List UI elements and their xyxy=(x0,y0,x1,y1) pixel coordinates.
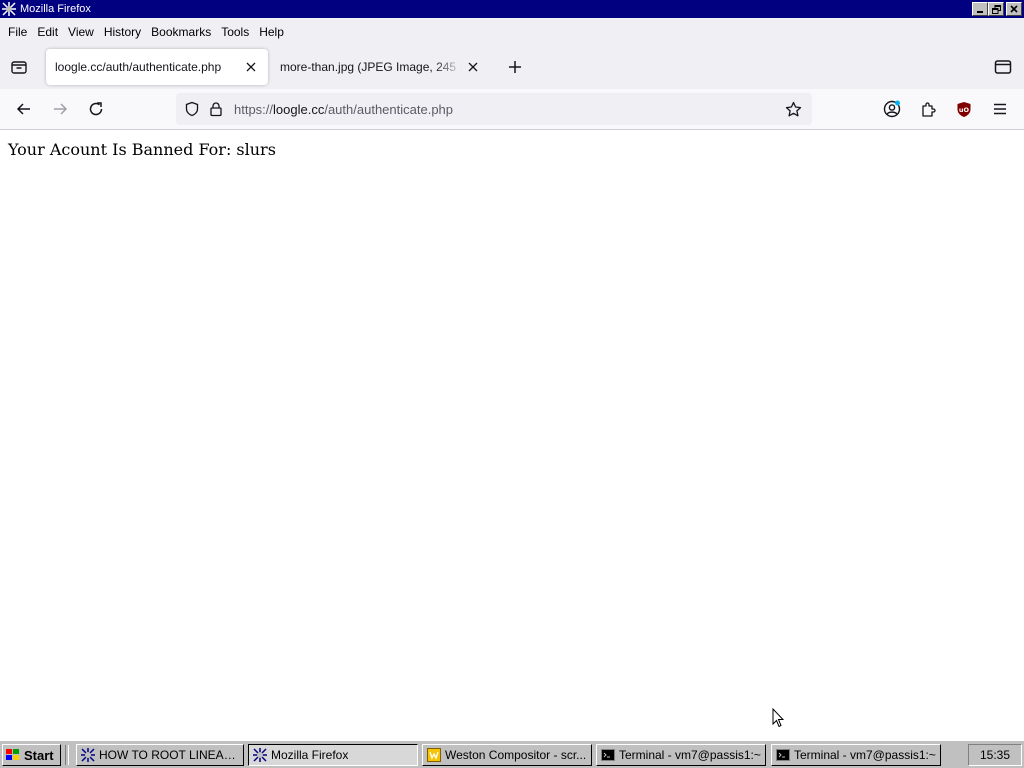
bookmark-button[interactable] xyxy=(780,96,806,122)
terminal-icon xyxy=(600,747,616,763)
url-bar[interactable]: https://loogle.cc/auth/authenticate.php xyxy=(176,93,812,125)
task-label: Mozilla Firefox xyxy=(271,748,349,762)
close-icon xyxy=(1010,5,1018,13)
navigation-bar: https://loogle.cc/auth/authenticate.php … xyxy=(0,89,1024,130)
firefox-x-icon xyxy=(80,747,96,763)
windows-logo-icon xyxy=(6,749,19,760)
terminal-icon xyxy=(775,747,791,763)
menu-edit[interactable]: Edit xyxy=(32,25,63,39)
url-path: /auth/authenticate.php xyxy=(324,101,454,117)
taskbar-separator xyxy=(65,745,69,765)
menu-bookmarks[interactable]: Bookmarks xyxy=(146,25,216,39)
menu-tools[interactable]: Tools xyxy=(216,25,254,39)
firefox-x-icon xyxy=(1,1,17,17)
hamburger-icon xyxy=(994,103,1006,115)
start-label: Start xyxy=(24,747,54,763)
minimize-button[interactable] xyxy=(972,2,988,16)
weston-icon xyxy=(426,747,442,763)
lock-icon[interactable] xyxy=(204,97,228,121)
window-title: Mozilla Firefox xyxy=(20,3,91,15)
tab-close-button[interactable] xyxy=(240,56,262,78)
url-host: loogle.cc xyxy=(273,101,325,117)
task-label: Terminal - vm7@passis1:~ xyxy=(794,748,936,762)
arrow-left-icon xyxy=(16,103,30,115)
tab-more-than-jpg[interactable]: more-than.jpg (JPEG Image, 245 × 2 xyxy=(272,49,490,85)
back-button[interactable] xyxy=(10,95,38,123)
extensions-button[interactable] xyxy=(914,95,942,123)
mouse-cursor-icon xyxy=(772,708,784,728)
star-icon xyxy=(785,101,801,116)
new-tab-button[interactable] xyxy=(502,54,528,80)
app-menu-button[interactable] xyxy=(986,95,1014,123)
task-terminal-2[interactable]: Terminal - vm7@passis1:~ xyxy=(771,744,941,766)
tab-label: loogle.cc/auth/authenticate.php xyxy=(55,60,222,74)
task-label: Weston Compositor - scr... xyxy=(445,748,587,762)
tab-label: more-than.jpg (JPEG Image, 245 × 2 xyxy=(280,60,462,74)
firefox-view-button[interactable] xyxy=(990,54,1016,80)
task-weston-compositor[interactable]: Weston Compositor - scr... xyxy=(422,744,592,766)
task-terminal-1[interactable]: Terminal - vm7@passis1:~ xyxy=(596,744,766,766)
tracking-shield-icon[interactable] xyxy=(180,97,204,121)
url-prefix: https:// xyxy=(234,101,274,117)
menu-history[interactable]: History xyxy=(99,25,146,39)
tab-strip: loogle.cc/auth/authenticate.php more-tha… xyxy=(0,45,1024,89)
minimize-icon xyxy=(977,11,983,13)
tab-list-icon xyxy=(11,61,27,74)
menu-bar: File Edit View History Bookmarks Tools H… xyxy=(0,18,1024,45)
tab-list-button[interactable] xyxy=(6,54,32,80)
menu-help[interactable]: Help xyxy=(254,25,289,39)
close-button[interactable] xyxy=(1006,2,1022,16)
firefox-x-icon xyxy=(252,747,268,763)
svg-text:uO: uO xyxy=(959,106,970,114)
menu-file[interactable]: File xyxy=(3,25,32,39)
menu-view[interactable]: View xyxy=(63,25,99,39)
reload-icon xyxy=(89,102,103,116)
taskbar-clock: 15:35 xyxy=(968,744,1022,766)
task-label: HOW TO ROOT LINEAGE ... xyxy=(99,748,243,762)
tab-authenticate[interactable]: loogle.cc/auth/authenticate.php xyxy=(46,49,268,85)
ublock-shield-icon: uO xyxy=(957,101,971,117)
folder-icon xyxy=(994,60,1012,74)
puzzle-icon xyxy=(921,101,936,117)
page-content: Your Acount Is Banned For: slurs xyxy=(0,131,1024,740)
close-icon xyxy=(468,62,478,72)
window-titlebar[interactable]: Mozilla Firefox xyxy=(0,0,1024,18)
task-mozilla-firefox[interactable]: Mozilla Firefox xyxy=(248,744,418,766)
account-button[interactable] xyxy=(878,95,906,123)
restore-icon xyxy=(991,4,1001,14)
task-label: Terminal - vm7@passis1:~ xyxy=(619,748,761,762)
taskbar: Start HOW TO ROOT LINEAGE ... Mozilla Fi… xyxy=(0,740,1024,768)
forward-button[interactable] xyxy=(46,95,74,123)
ban-message: Your Acount Is Banned For: slurs xyxy=(8,140,276,159)
url-text: https://loogle.cc/auth/authenticate.php xyxy=(234,102,453,117)
account-icon xyxy=(883,100,901,118)
task-how-to-root[interactable]: HOW TO ROOT LINEAGE ... xyxy=(76,744,244,766)
reload-button[interactable] xyxy=(82,95,110,123)
ublock-button[interactable]: uO xyxy=(950,95,978,123)
plus-icon xyxy=(509,61,521,73)
start-button[interactable]: Start xyxy=(2,744,61,766)
close-icon xyxy=(246,62,256,72)
arrow-right-icon xyxy=(54,103,68,115)
restore-button[interactable] xyxy=(988,2,1004,16)
tab-close-button[interactable] xyxy=(462,56,484,78)
